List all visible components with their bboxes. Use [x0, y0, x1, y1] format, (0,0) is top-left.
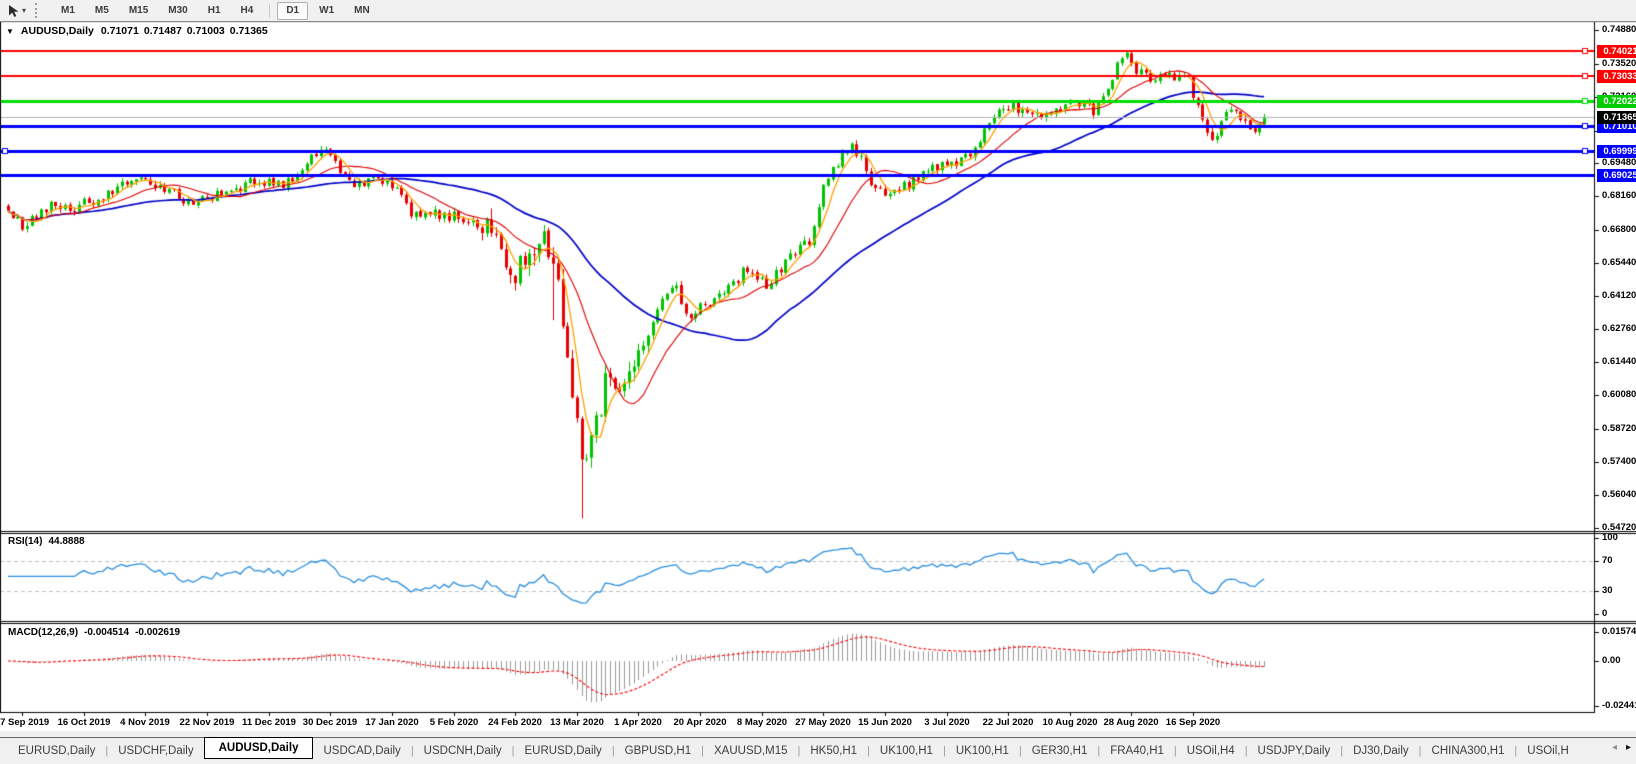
- chart-tab-usoil-h4[interactable]: USOil,H4: [1177, 742, 1245, 760]
- ohlc-close: 0.71365: [229, 25, 268, 37]
- ohlc-high: 0.71487: [143, 25, 182, 37]
- timeframe-button-h1[interactable]: H1: [199, 2, 230, 20]
- chart-tab-ger30-h1[interactable]: GER30,H1: [1022, 742, 1098, 760]
- macd-indicator-label: MACD(12,26,9) -0.004514 -0.002619: [8, 627, 181, 638]
- chart-tab-usoil-h[interactable]: USOil,H: [1517, 742, 1579, 760]
- timeframe-toolbar: ▾ M1 M5 M15 M30 H1 H4 D1 W1 MN: [0, 0, 1636, 22]
- timeframe-button-d1[interactable]: D1: [277, 1, 309, 20]
- chart-tab-china300-h1[interactable]: CHINA300,H1: [1422, 742, 1515, 760]
- tab-scroll-arrows: ◂ ▸: [1612, 742, 1631, 753]
- chart-tab-fra40-h1[interactable]: FRA40,H1: [1100, 742, 1174, 760]
- timeframe-button-m15[interactable]: M15: [120, 2, 157, 20]
- toolbar-separator: [269, 3, 271, 18]
- symbol-tab-bar: EURUSD,Daily | USDCHF,Daily AUDUSD,Daily USD…: [0, 731, 1636, 764]
- timeframe-button-w1[interactable]: W1: [310, 2, 343, 20]
- ohlc-low: 0.71003: [186, 25, 225, 37]
- chart-tab-usdcnh-daily[interactable]: USDCNH,Daily: [414, 742, 512, 760]
- chart-tab-uk100-h1[interactable]: UK100,H1: [946, 742, 1019, 760]
- toolbar-drag-handle[interactable]: [35, 3, 41, 18]
- chart-tab-usdcad-daily[interactable]: USDCAD,Daily: [313, 742, 410, 760]
- tab-scroll-left-icon[interactable]: ◂: [1612, 742, 1617, 753]
- chart-tab-uk100-h1[interactable]: UK100,H1: [870, 742, 943, 760]
- rsi-indicator-label: RSI(14) 44.8888: [8, 536, 85, 547]
- chart-tab-audusd-daily[interactable]: AUDUSD,Daily: [203, 736, 314, 759]
- chart-tab-hk50-h1[interactable]: HK50,H1: [800, 742, 867, 760]
- mt4-window: ▾ M1 M5 M15 M30 H1 H4 D1 W1 MN ▼ AUDUSD,Daily 0.…: [0, 0, 1636, 764]
- chart-tab-gbpusd-h1[interactable]: GBPUSD,H1: [615, 742, 701, 760]
- ohlc-open: 0.71071: [100, 25, 139, 37]
- price-chart-canvas[interactable]: [0, 0, 1636, 731]
- collapse-triangle-icon[interactable]: ▼: [6, 27, 14, 36]
- chart-tab-usdjpy-daily[interactable]: USDJPY,Daily: [1248, 742, 1341, 760]
- chart-tab-dj30-daily[interactable]: DJ30,Daily: [1343, 742, 1419, 760]
- cursor-tool-icon[interactable]: [4, 3, 22, 19]
- timeframe-button-m30[interactable]: M30: [159, 2, 196, 20]
- timeframe-button-m5[interactable]: M5: [86, 2, 118, 20]
- chart-tab-xauusd-m15[interactable]: XAUUSD,M15: [704, 742, 798, 760]
- chart-ohlc-title: ▼ AUDUSD,Daily 0.71071 0.71487 0.71003 0…: [6, 25, 268, 37]
- timeframe-button-mn[interactable]: MN: [345, 2, 379, 20]
- timeframe-button-m1[interactable]: M1: [52, 2, 84, 20]
- chart-tab-usdchf-daily[interactable]: USDCHF,Daily: [108, 742, 203, 760]
- tab-scroll-right-icon[interactable]: ▸: [1626, 742, 1631, 753]
- chart-symbol: AUDUSD,Daily: [20, 25, 94, 37]
- chart-tab-eurusd-daily[interactable]: EURUSD,Daily: [514, 742, 611, 760]
- chart-tab-eurusd-daily[interactable]: EURUSD,Daily: [8, 742, 105, 760]
- timeframe-button-h4[interactable]: H4: [232, 2, 263, 20]
- cursor-tool-dropdown-icon[interactable]: ▾: [22, 6, 26, 15]
